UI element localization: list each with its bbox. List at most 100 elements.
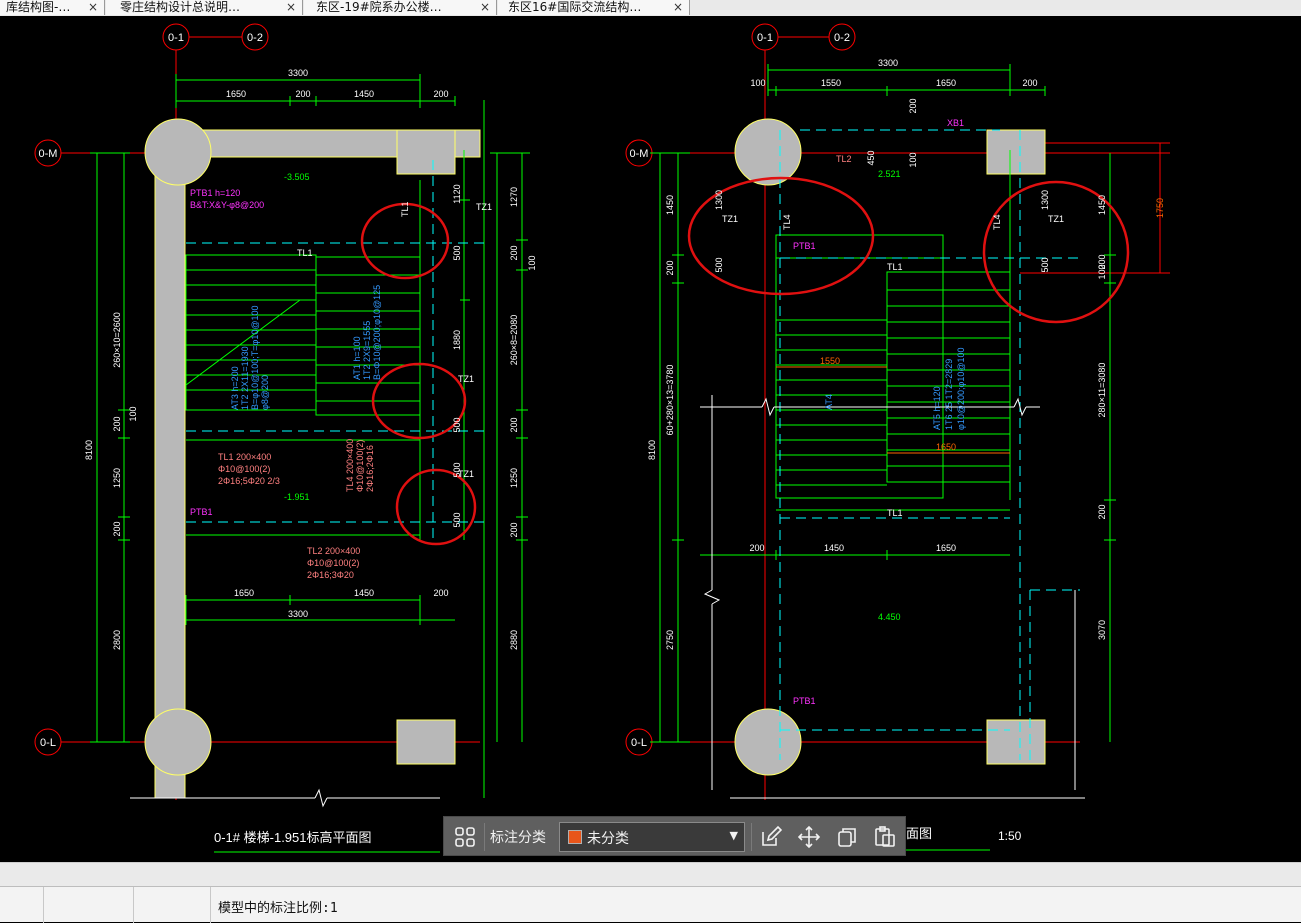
dim-text: 200 (908, 98, 918, 113)
dim-text: 1650 (936, 442, 956, 452)
dim-text: 1450 (1097, 195, 1107, 215)
grid-icon[interactable] (452, 824, 478, 850)
dim-text: 1650 (936, 543, 956, 553)
dim-text: 500 (452, 245, 462, 260)
flight-spec: φ10@200;φ10@100 (956, 348, 966, 431)
dim-text: 200 (433, 89, 448, 99)
close-icon[interactable]: × (88, 0, 98, 14)
axis-label: 0-2 (834, 32, 850, 44)
slab-label: PTB1 h=120 (190, 188, 240, 198)
paste-icon[interactable] (872, 824, 898, 850)
category-color-swatch (568, 830, 582, 844)
chevron-down-icon: ▼ (729, 829, 738, 842)
dim-text: 450 (866, 150, 876, 165)
annotation-category-select[interactable]: 未分类 ▼ (559, 822, 745, 852)
left-plan: 0-1 0-2 0-M 0-L 3300 1650 200 1450 200 1… (34, 23, 537, 853)
beam-spec: TL1 200×400 (218, 452, 271, 462)
beam-label: TL1 (887, 262, 903, 272)
column-label: TZ1 (722, 214, 738, 224)
dim-text: 8100 (84, 440, 94, 460)
dim-text: 100 (908, 152, 918, 167)
dim-text: 200 (749, 543, 764, 553)
dim-text: 1450 (354, 588, 374, 598)
beam-label: TL4 (782, 214, 792, 230)
tab-2[interactable]: 零庄结构设计总说明… × (106, 0, 303, 15)
flight-spec: 1T2 2X9=1555 (362, 321, 372, 380)
dim-text: 2880 (509, 630, 519, 650)
dim-text: 3070 (1097, 620, 1107, 640)
axis-label: 0-L (631, 737, 647, 749)
command-line-strip[interactable] (0, 862, 1301, 886)
dim-text: 1250 (112, 468, 122, 488)
dim-text: 200 (1097, 254, 1107, 269)
dim-text: 1300 (1040, 190, 1050, 210)
dim-text: 1300 (714, 190, 724, 210)
document-tab-bar: 库结构图-… × 零庄结构设计总说明… × 东区-19#院系办公楼… × 东区1… (0, 0, 1301, 16)
dim-text: 1450 (354, 89, 374, 99)
tab-1-label: 库结构图-… (6, 0, 71, 14)
beam-spec: 2Φ16;2Φ16 (365, 445, 375, 492)
dim-text: 200 (1097, 504, 1107, 519)
beam-label: TL2 (836, 154, 852, 164)
level-text: -3.505 (284, 172, 310, 182)
drawing-canvas[interactable]: 0-1 0-2 0-M 0-L 3300 1650 200 1450 200 1… (0, 16, 1301, 862)
dim-text: 200 (509, 417, 519, 432)
dim-text: 1650 (936, 78, 956, 88)
tab-2-label: 零庄结构设计总说明… (120, 0, 241, 14)
tab-1[interactable]: 库结构图-… × (0, 0, 105, 15)
slab-label: PTB1 (793, 696, 816, 706)
column-label: TZ1 (458, 374, 474, 384)
tab-3[interactable]: 东区-19#院系办公楼… × (304, 0, 497, 15)
dim-text: 60+280×13=3780 (665, 365, 675, 436)
axis-label: 0-M (630, 148, 649, 160)
beam-label: TL1 (887, 508, 903, 518)
beam-spec: Φ10@100(2) (355, 440, 365, 492)
axis-label: 0-1 (168, 32, 184, 44)
dim-text: 1450 (665, 195, 675, 215)
dim-text: 1270 (509, 187, 519, 207)
dim-text: 2800 (112, 630, 122, 650)
flight-spec: AT5 h=120 (932, 386, 942, 430)
dim-text: 2750 (665, 630, 675, 650)
dim-text: 500 (452, 417, 462, 432)
close-icon[interactable]: × (480, 0, 490, 14)
beam-spec: TL2 200×400 (307, 546, 360, 556)
beam-spec: Φ10@100(2) (218, 464, 270, 474)
axis-label: 0-L (40, 737, 56, 749)
edit-icon[interactable] (758, 824, 784, 850)
dim-text: 500 (1040, 257, 1050, 272)
status-divider (210, 887, 211, 923)
close-icon[interactable]: × (286, 0, 296, 14)
cad-drawing: 0-1 0-2 0-M 0-L 3300 1650 200 1450 200 1… (34, 23, 1170, 853)
dim-text: 260×10=2600 (112, 312, 122, 368)
status-bar: 模型中的标注比例:1 (0, 886, 1301, 923)
beam-label: TL4 (992, 214, 1002, 230)
dim-text: 200 (665, 260, 675, 275)
tab-4[interactable]: 东区16#国际交流结构… × (498, 0, 690, 15)
category-select-value: 未分类 (587, 831, 629, 847)
dim-text: 1750 (1155, 198, 1165, 218)
beam-spec: 2Φ16;3Φ20 (307, 570, 354, 580)
slab-label: B&T:X&Y-φ8@200 (190, 200, 264, 210)
level-text: 4.450 (878, 612, 901, 622)
dim-text: 1250 (509, 468, 519, 488)
axis-label: 0-M (39, 148, 58, 160)
dim-text: 1120 (452, 184, 462, 203)
toolbar-divider (751, 823, 752, 851)
beam-spec: Φ10@100(2) (307, 558, 359, 568)
level-text: 2.521 (878, 169, 901, 179)
slab-label: PTB1 (190, 507, 213, 517)
annotation-toolbar: 标注分类 未分类 ▼ (443, 816, 906, 856)
flight-spec: φ8@200 (260, 375, 270, 410)
dim-text: 1550 (820, 356, 840, 366)
close-icon[interactable]: × (673, 0, 683, 14)
dim-text: 200 (112, 416, 122, 431)
copy-icon[interactable] (834, 824, 860, 850)
dim-text: 200 (295, 89, 310, 99)
axis-label: 0-1 (757, 32, 773, 44)
dim-text: 500 (714, 257, 724, 272)
move-icon[interactable] (796, 824, 822, 850)
dim-text: 200 (433, 588, 448, 598)
flight-spec: B=φ10@100;T=φ10@100 (250, 305, 260, 410)
status-divider (133, 887, 134, 923)
